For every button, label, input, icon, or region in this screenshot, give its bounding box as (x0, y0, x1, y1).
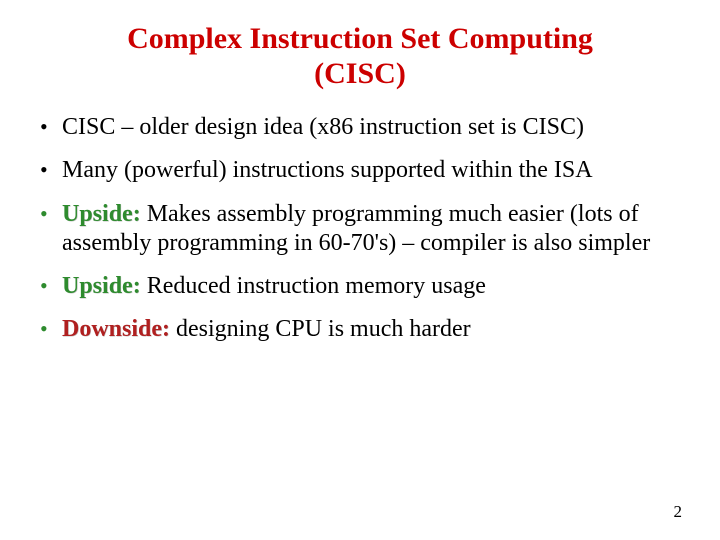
bullet-list: • CISC – older design idea (x86 instruct… (30, 113, 690, 345)
bullet-label: Downside: (62, 316, 176, 342)
bullet-dot: • (40, 272, 48, 301)
bullet-text: Reduced instruction memory usage (147, 273, 486, 299)
slide-title: Complex Instruction Set Computing (CISC) (30, 22, 690, 91)
bullet-item: • Downside: designing CPU is much harder (30, 315, 690, 344)
bullet-text: Makes assembly programming much easier (… (62, 201, 650, 256)
bullet-item: • Many (powerful) instructions supported… (30, 156, 690, 185)
bullet-item: • CISC – older design idea (x86 instruct… (30, 113, 690, 142)
title-line-1: Complex Instruction Set Computing (30, 22, 690, 57)
bullet-item: • Upside: Makes assembly programming muc… (30, 200, 690, 259)
bullet-text: designing CPU is much harder (176, 316, 471, 342)
bullet-text: Many (powerful) instructions supported w… (62, 157, 593, 183)
bullet-item: • Upside: Reduced instruction memory usa… (30, 272, 690, 301)
bullet-dot: • (40, 113, 48, 142)
bullet-dot: • (40, 200, 48, 229)
bullet-label: Upside: (62, 201, 147, 227)
bullet-dot: • (40, 315, 48, 344)
bullet-text: CISC – older design idea (x86 instructio… (62, 114, 584, 140)
bullet-label: Upside: (62, 273, 147, 299)
bullet-dot: • (40, 156, 48, 185)
page-number: 2 (674, 502, 683, 522)
title-line-2: (CISC) (30, 57, 690, 92)
